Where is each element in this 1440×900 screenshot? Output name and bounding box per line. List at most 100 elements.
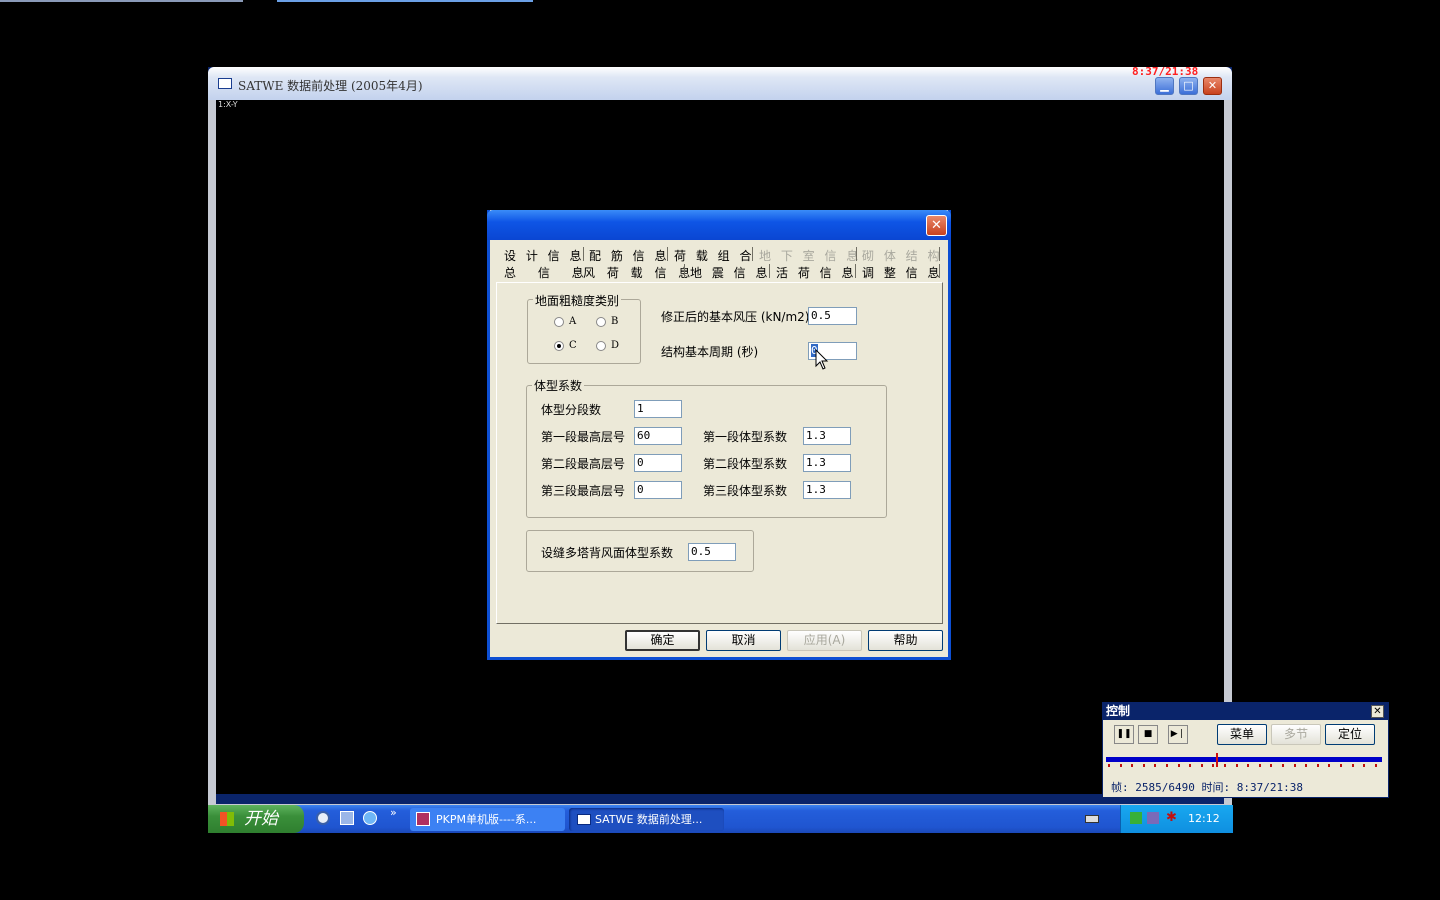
tab-basement-info[interactable]: 地 下 室 信 息 — [759, 247, 861, 264]
progress-tick — [1142, 764, 1145, 767]
progress-tick — [1247, 764, 1250, 767]
tab-divider — [769, 264, 770, 278]
seg2-coef-input[interactable]: 1.3 — [803, 454, 851, 472]
progress-tick — [1328, 764, 1331, 767]
tab-divider — [752, 247, 753, 261]
main-window-title: SATWE 数据前处理 (2005年4月) — [238, 79, 423, 93]
seg1-floor-input[interactable]: 60 — [634, 427, 682, 445]
media-player-icon[interactable] — [316, 811, 330, 825]
radio-label-c: C — [569, 340, 577, 351]
control-close-button[interactable]: ✕ — [1371, 705, 1384, 718]
tab-divider — [583, 247, 584, 261]
seg1-coef-input[interactable]: 1.3 — [803, 427, 851, 445]
windows-logo-icon — [220, 812, 234, 826]
task-pkpm[interactable]: PKPM单机版----系... — [410, 808, 565, 831]
radio-roughness-b[interactable] — [596, 317, 606, 327]
progress-tick — [1177, 764, 1180, 767]
tray-clock: 12:12 — [1188, 812, 1220, 825]
task-pkpm-label: PKPM单机版----系... — [436, 813, 537, 826]
control-titlebar[interactable]: 控制 — [1103, 703, 1388, 720]
keyboard-icon[interactable] — [1085, 815, 1099, 823]
wind-pressure-input[interactable]: 0.5 — [808, 307, 857, 325]
minimize-icon: ▁ — [1160, 79, 1169, 92]
roughness-group-title: 地面粗糙度类别 — [533, 292, 622, 309]
next-frame-button[interactable]: ▶❘ — [1168, 725, 1188, 744]
tab-live-load-info[interactable]: 活 荷 信 息 — [776, 264, 856, 281]
progress-tick — [1154, 764, 1157, 767]
playback-progress-track[interactable] — [1106, 757, 1382, 762]
chevron-right-icon[interactable]: » — [390, 806, 397, 819]
radio-roughness-a[interactable] — [554, 317, 564, 327]
help-button[interactable]: 帮助 — [868, 630, 943, 651]
control-title: 控制 — [1106, 704, 1131, 718]
radio-label-d: D — [611, 340, 620, 351]
seg3-floor-input[interactable]: 0 — [634, 481, 682, 499]
tab-load-combination[interactable]: 荷 载 组 合 — [674, 247, 754, 264]
tab-wind-load-info[interactable]: 风 荷 载 信 息 — [583, 264, 694, 281]
tab-adjustment-info[interactable]: 调 整 信 息 — [862, 264, 942, 281]
progress-tick — [1166, 764, 1168, 767]
section-button[interactable]: 多节 — [1271, 724, 1321, 745]
tab-divider — [684, 264, 685, 278]
dialog-close-button[interactable]: ✕ — [926, 215, 947, 236]
tab-seismic-info[interactable]: 地 震 信 息 — [690, 264, 770, 281]
network-icon[interactable] — [1147, 812, 1159, 824]
seg3-coef-input[interactable]: 1.3 — [803, 481, 851, 499]
tab-general-info[interactable]: 总 信 息 — [504, 264, 593, 281]
progress-tick — [1293, 764, 1296, 767]
maximize-button[interactable]: □ — [1179, 77, 1198, 95]
tab-divider — [856, 247, 857, 261]
radio-roughness-c[interactable] — [554, 341, 564, 351]
dialog-titlebar[interactable] — [487, 210, 951, 240]
menu-button[interactable]: 菜单 — [1217, 724, 1267, 745]
close-icon: ✕ — [931, 218, 942, 233]
start-label: 开始 — [244, 809, 278, 829]
playback-position-marker[interactable] — [1216, 753, 1218, 767]
close-button[interactable]: ✕ — [1203, 77, 1222, 95]
progress-tick — [1305, 764, 1308, 767]
progress-tick — [1108, 764, 1110, 767]
stop-icon: ■ — [1143, 729, 1153, 739]
ok-button[interactable]: 确定 — [625, 630, 700, 651]
tab-divider — [939, 264, 940, 278]
tab-reinforcement-info[interactable]: 配 筋 信 息 — [589, 247, 669, 264]
close-icon: ✕ — [1373, 706, 1382, 717]
wind-pressure-label: 修正后的基本风压 (kN/m2) — [661, 310, 810, 324]
start-button[interactable]: 开始 — [208, 805, 304, 833]
task-satwe[interactable]: SATWE 数据前处理... — [569, 808, 724, 831]
progress-tick — [1363, 764, 1366, 767]
frame-time-status: 帧: 2585/6490 时间: 8:37/21:38 — [1111, 781, 1303, 794]
seg2-floor-input[interactable]: 0 — [634, 454, 682, 472]
browser-icon[interactable] — [363, 811, 377, 825]
locate-button[interactable]: 定位 — [1325, 724, 1375, 745]
pkpm-app-icon — [416, 812, 430, 826]
radio-label-b: B — [611, 316, 619, 327]
cancel-button[interactable]: 取消 — [706, 630, 781, 651]
seg3-coef-label: 第三段体型系数 — [703, 484, 788, 498]
radio-roughness-d[interactable] — [596, 341, 606, 351]
progress-tick — [1316, 764, 1319, 767]
progress-tick — [1200, 764, 1203, 767]
segments-label: 体型分段数 — [541, 403, 602, 417]
tab-design-info[interactable]: 设 计 信 息 — [504, 247, 584, 264]
seg1-coef-label: 第一段体型系数 — [703, 430, 788, 444]
pause-button[interactable]: ❚❚ — [1114, 725, 1134, 744]
apply-button[interactable]: 应用(A) — [787, 630, 862, 651]
progress-tick — [1374, 764, 1377, 767]
segments-input[interactable]: 1 — [634, 400, 682, 418]
progress-tick — [1282, 764, 1284, 767]
seg3-floor-label: 第三段最高层号 — [541, 484, 626, 498]
satwe-window-icon — [577, 814, 591, 825]
tab-divider — [667, 247, 668, 261]
stop-button[interactable]: ■ — [1138, 725, 1158, 744]
tab-masonry-structure[interactable]: 砌 体 结 构 — [862, 247, 942, 264]
view-label: 1:X-Y — [218, 100, 238, 109]
maximize-icon: □ — [1183, 79, 1194, 92]
bug-icon[interactable]: ✱ — [1166, 810, 1177, 825]
top-strip-active — [277, 0, 533, 2]
show-desktop-icon[interactable] — [340, 811, 354, 825]
multi-tower-input[interactable]: 0.5 — [688, 543, 736, 561]
multi-tower-label: 设缝多塔背风面体型系数 — [541, 546, 674, 560]
tray-app-icon[interactable] — [1130, 812, 1142, 824]
minimize-button[interactable]: ▁ — [1155, 77, 1174, 95]
